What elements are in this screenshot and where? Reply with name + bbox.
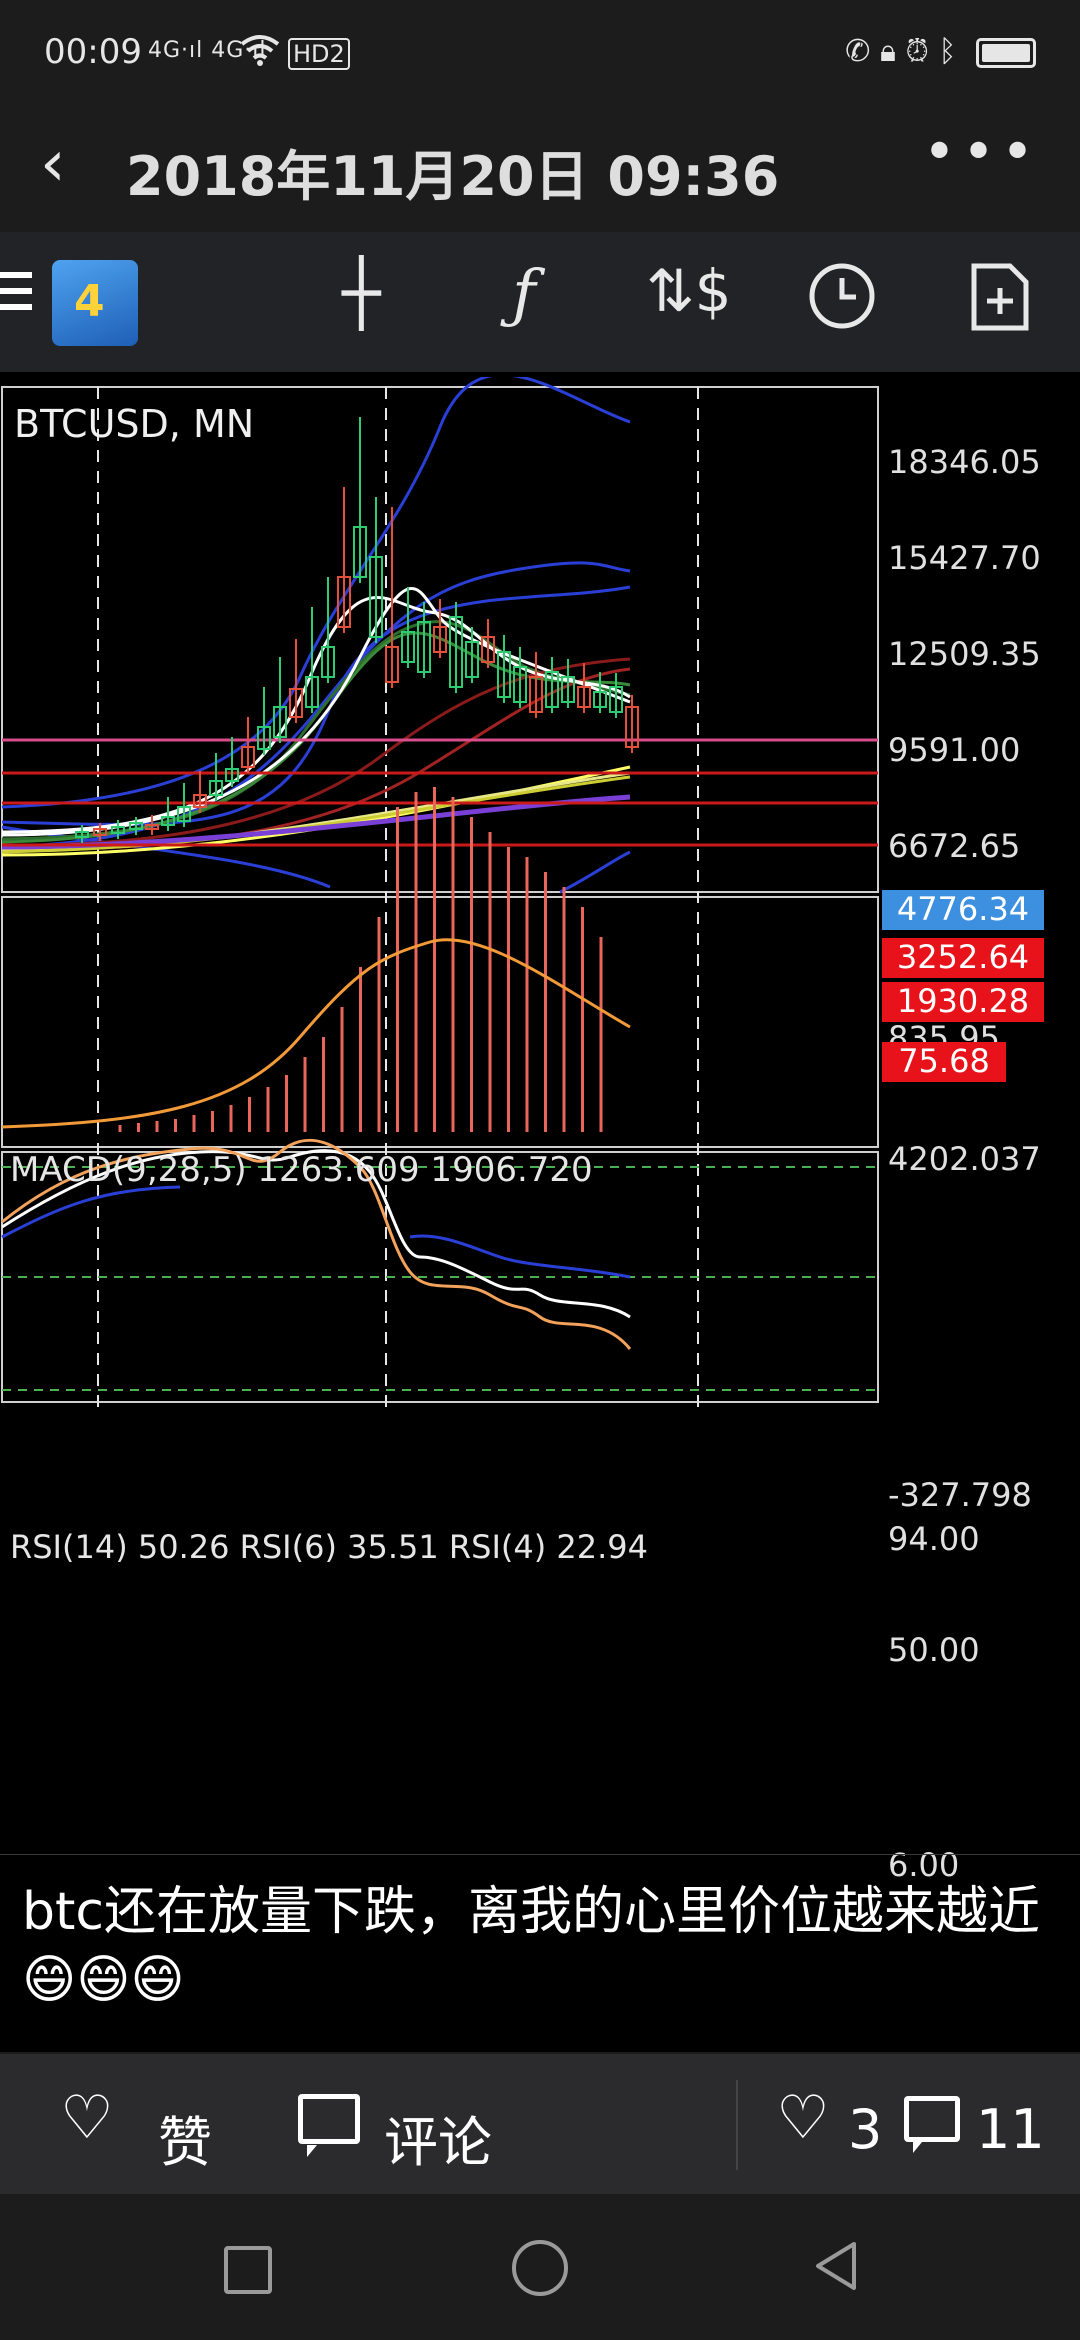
macd-axis-bottom: -327.798: [888, 1476, 1032, 1514]
home-icon[interactable]: [512, 2240, 568, 2296]
crosshair-icon: ┼: [342, 257, 381, 331]
candlesticks: [75, 417, 639, 843]
macd-signal-line: [1, 938, 631, 1129]
wifi-icon: [240, 34, 280, 74]
rsi-level-label: 50.00: [888, 1631, 980, 1669]
price-axis-label: 12509.35: [888, 635, 1041, 673]
heart-icon[interactable]: ♡: [60, 2088, 114, 2148]
comment-icon[interactable]: [298, 2094, 360, 2157]
page-title: 2018年11月20日 09:36: [126, 145, 780, 208]
like-button[interactable]: 赞: [158, 2098, 212, 2177]
recents-icon[interactable]: [224, 2246, 272, 2294]
chart-symbol: BTCUSD, MN: [14, 402, 255, 446]
macd-axis-top: 4202.037: [888, 1140, 1041, 1178]
rsi-levels: [2, 1166, 878, 1391]
level-tag: 75.68: [882, 1042, 1006, 1082]
back-icon[interactable]: [812, 2240, 858, 2296]
lock-icon: 🔒︎: [879, 34, 896, 69]
comment-icon: [904, 2096, 960, 2153]
battery-icon: [976, 37, 1036, 68]
post-header: ‹ 2018年11月20日 09:36 •••: [0, 110, 1080, 230]
status-bar: 00:09 4G·ıl 4G·ıl HD2 ✆ 🔒︎ ⏰︎ ᛒ: [0, 0, 1080, 110]
post-caption: btc还在放量下跌，离我的心里价位越来越近😄😄😄: [22, 1882, 1040, 2010]
more-icon[interactable]: •••: [923, 120, 1040, 185]
price-axis-label: 9591.00: [888, 731, 1021, 769]
price-axis-label: 18346.05: [888, 443, 1041, 481]
comment-button[interactable]: 评论: [384, 2098, 492, 2177]
post-image[interactable]: 4 ┼ ƒ ⇅$ BTCUSD, MN 18346.05 15427.70 12…: [0, 232, 1080, 2052]
rsi-label: RSI(14) 50.26 RSI(6) 35.51 RSI(4) 22.94: [10, 1528, 648, 1566]
clock-icon: [808, 262, 876, 341]
trade-icon: ⇅$: [646, 257, 732, 325]
action-bar: ♡ 赞 评论 ♡ 3 11: [0, 2054, 1080, 2194]
price-axis-label: 6672.65: [888, 827, 1021, 865]
add-chart-icon: [970, 262, 1030, 343]
divider-line: [0, 1854, 1080, 1855]
comment-count: 11: [976, 2098, 1045, 2161]
mt4-toolbar: 4 ┼ ƒ ⇅$: [0, 232, 1080, 372]
status-time: 00:09: [44, 32, 142, 72]
bluetooth-icon: ᛒ: [938, 34, 957, 69]
alarm-icon: ⏰︎: [905, 34, 929, 69]
mt4-logo-icon: 4: [52, 260, 138, 346]
macd-label: MACD(9,28,5) 1263.609 1906.720: [10, 1150, 593, 1190]
hd-badge: HD2: [288, 38, 350, 70]
menu-icon: [0, 272, 32, 320]
price-axis-label: 15427.70: [888, 539, 1041, 577]
moving-averages: [1, 587, 631, 857]
heart-icon: ♡: [776, 2083, 830, 2153]
back-arrow-icon[interactable]: ‹: [40, 132, 66, 196]
like-count: 3: [848, 2098, 883, 2161]
rsi-level-label: 94.00: [888, 1520, 980, 1558]
status-icons: ✆ 🔒︎ ⏰︎ ᛒ: [845, 34, 1036, 69]
function-icon: ƒ: [512, 257, 536, 331]
level-tag: 3252.64: [882, 938, 1044, 978]
vibrate-icon: ✆: [845, 34, 871, 69]
macd-panel-frame: [1, 896, 879, 1148]
level-tag: 1930.28: [882, 982, 1044, 1022]
system-nav-bar: [0, 2196, 1080, 2340]
divider: [736, 2080, 738, 2170]
price-chart: [1, 377, 879, 1407]
current-price-tag: 4776.34: [882, 890, 1044, 930]
